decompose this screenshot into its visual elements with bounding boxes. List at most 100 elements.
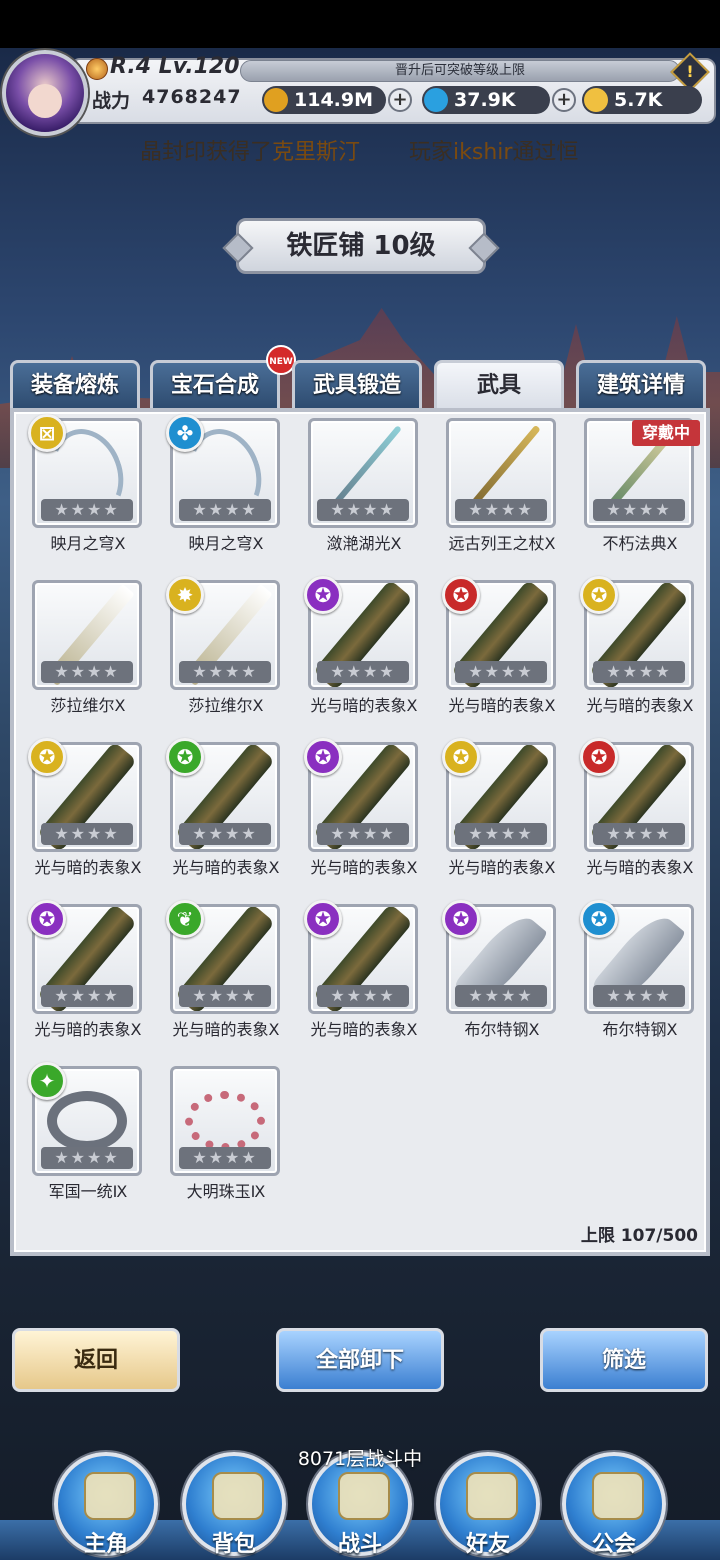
status-bar <box>0 0 720 48</box>
diamond-value: 37.9K <box>454 89 516 111</box>
element-icon: ✪ <box>304 900 342 938</box>
star-rating: ★★★★ <box>317 985 409 1007</box>
rank-icon <box>86 58 108 80</box>
beads-weapon-icon <box>185 1091 265 1151</box>
item-slot[interactable]: ★★★★ <box>308 418 418 528</box>
item-cell[interactable]: ★★★★ ✪ 光与暗的表象Ⅹ <box>14 736 152 886</box>
star-rating: ★★★★ <box>41 823 133 845</box>
star-rating: ★★★★ <box>593 661 685 683</box>
star-rating: ★★★★ <box>179 499 271 521</box>
tab-weapons[interactable]: 武具 <box>434 360 564 412</box>
star-rating: ★★★★ <box>455 823 547 845</box>
inventory-panel: ★★★★ ⊠ 映月之穹Ⅹ ★★★★ ✤ 映月之穹Ⅹ ★★★★ 潋滟湖光Ⅹ ★★★★ 远古列王之杖Ⅹ… <box>10 408 710 1256</box>
item-cell[interactable]: ★★★★ ✪ 光与暗的表象Ⅹ <box>152 736 290 886</box>
item-cell[interactable]: ★★★★ ❦ 光与暗的表象Ⅹ <box>152 898 290 1048</box>
element-icon: ✪ <box>28 738 66 776</box>
equipped-badge: 穿戴中 <box>632 420 700 446</box>
item-cell[interactable]: ★★★★ ✪ 光与暗的表象Ⅹ <box>428 574 566 724</box>
star-rating: ★★★★ <box>593 499 685 521</box>
element-icon: ✪ <box>442 900 480 938</box>
crystal-resource: 5.7K <box>582 86 702 114</box>
item-slot[interactable]: ★★★★ <box>32 580 142 690</box>
item-name: 布尔特钢Ⅹ <box>602 1020 678 1039</box>
rank-banner[interactable]: 晋升后可突破等级上限 <box>240 60 680 82</box>
nav-backpack-label: 背包 <box>211 1532 256 1557</box>
item-slot[interactable]: ★★★★ <box>446 418 556 528</box>
item-name: 不朽法典Ⅹ <box>602 534 678 553</box>
crystal-icon <box>584 88 608 112</box>
item-cell[interactable]: ★★★★ ✦ 军国一统Ⅸ <box>14 1060 152 1210</box>
power-value: 4768247 <box>142 86 242 108</box>
star-rating: ★★★★ <box>455 661 547 683</box>
page-title: 铁匠铺 10级 <box>236 218 486 274</box>
item-name: 光与暗的表象Ⅹ <box>310 1020 418 1039</box>
player-hud: R.4 Lv.120 晋升后可突破等级上限 ! 战力 4768247 114.9… <box>0 50 720 136</box>
item-name: 军国一统Ⅸ <box>48 1182 128 1201</box>
tab-gem-synthesis[interactable]: 宝石合成 <box>150 360 280 410</box>
item-cell[interactable]: ★★★★ 穿戴中不朽法典Ⅹ <box>566 412 704 562</box>
item-name: 远古列王之杖Ⅹ <box>448 534 556 553</box>
item-cell[interactable]: ★★★★ ✪ 光与暗的表象Ⅹ <box>290 736 428 886</box>
item-cell[interactable]: ★★★★ ✪ 光与暗的表象Ⅹ <box>290 898 428 1048</box>
ticker-highlight1: 克里斯汀 <box>272 140 361 164</box>
item-cell[interactable]: ★★★★ ✪ 布尔特钢Ⅹ <box>566 898 704 1048</box>
item-cell[interactable]: ★★★★ ✪ 光与暗的表象Ⅹ <box>428 736 566 886</box>
item-cell[interactable]: ★★★★ 远古列王之杖Ⅹ <box>428 412 566 562</box>
item-cell[interactable]: ★★★★ ✪ 光与暗的表象Ⅹ <box>14 898 152 1048</box>
battle-status: 8071层战斗中 <box>297 1448 423 1470</box>
item-cell[interactable]: ★★★★ 莎拉维尔Ⅹ <box>14 574 152 724</box>
star-rating: ★★★★ <box>317 499 409 521</box>
item-cell[interactable]: ★★★★ ✪ 布尔特钢Ⅹ <box>428 898 566 1048</box>
star-rating: ★★★★ <box>41 499 133 521</box>
handshake-icon <box>466 1472 518 1520</box>
filter-button[interactable]: 筛选 <box>540 1328 708 1392</box>
element-icon: ⊠ <box>28 414 66 452</box>
item-name: 光与暗的表象Ⅹ <box>448 696 556 715</box>
element-icon: ❦ <box>166 900 204 938</box>
back-button[interactable]: 返回 <box>12 1328 180 1392</box>
item-name: 光与暗的表象Ⅹ <box>172 1020 280 1039</box>
star-rating: ★★★★ <box>41 1147 133 1169</box>
capacity-label: 上限 107/500 <box>580 1226 698 1246</box>
item-name: 光与暗的表象Ⅹ <box>310 858 418 877</box>
tab-building-details[interactable]: 建筑详情 <box>576 360 706 410</box>
item-cell[interactable]: ★★★★ ✪ 光与暗的表象Ⅹ <box>566 736 704 886</box>
item-cell[interactable]: ★★★★ 潋滟湖光Ⅹ <box>290 412 428 562</box>
news-ticker: 晶封印获得了克里斯汀 玩家ikshir通过恒 <box>140 134 680 164</box>
star-rating: ★★★★ <box>179 661 271 683</box>
player-rank: R.4 Lv.120 <box>110 54 240 79</box>
star-rating: ★★★★ <box>179 985 271 1007</box>
item-cell[interactable]: ★★★★ ✪ 光与暗的表象Ⅹ <box>290 574 428 724</box>
star-rating: ★★★★ <box>455 499 547 521</box>
star-rating: ★★★★ <box>593 985 685 1007</box>
player-avatar[interactable] <box>2 50 88 136</box>
item-slot[interactable]: ★★★★ <box>170 1066 280 1176</box>
gold-value: 114.9M <box>294 89 374 111</box>
nav-guild-label: 公会 <box>591 1532 636 1557</box>
unequip-all-button[interactable]: 全部卸下 <box>276 1328 444 1392</box>
add-gold-button[interactable]: + <box>388 88 412 112</box>
item-name: 莎拉维尔Ⅹ <box>50 696 126 715</box>
element-icon: ✪ <box>580 738 618 776</box>
gold-coin-icon <box>264 88 288 112</box>
star-rating: ★★★★ <box>41 985 133 1007</box>
item-cell[interactable]: ★★★★ ✸ 莎拉维尔Ⅹ <box>152 574 290 724</box>
item-name: 光与暗的表象Ⅹ <box>34 1020 142 1039</box>
element-icon: ✪ <box>580 900 618 938</box>
item-cell[interactable]: ★★★★ ⊠ 映月之穹Ⅹ <box>14 412 152 562</box>
star-rating: ★★★★ <box>317 823 409 845</box>
tab-equipment-smelting[interactable]: 装备熔炼 <box>10 360 140 410</box>
item-name: 光与暗的表象Ⅹ <box>34 858 142 877</box>
item-cell[interactable]: ★★★★ ✤ 映月之穹Ⅹ <box>152 412 290 562</box>
item-name: 光与暗的表象Ⅹ <box>586 696 694 715</box>
item-cell[interactable]: ★★★★ 大明珠玉Ⅸ <box>152 1060 290 1210</box>
backpack-icon <box>212 1472 264 1520</box>
item-grid: ★★★★ ⊠ 映月之穹Ⅹ ★★★★ ✤ 映月之穹Ⅹ ★★★★ 潋滟湖光Ⅹ ★★★★ 远古列王之杖Ⅹ… <box>14 412 706 1252</box>
element-icon: ✦ <box>28 1062 66 1100</box>
tab-weapon-forging[interactable]: 武具锻造 <box>292 360 422 410</box>
element-icon: ✪ <box>28 900 66 938</box>
item-name: 潋滟湖光Ⅹ <box>326 534 402 553</box>
item-cell[interactable]: ★★★★ ✪ 光与暗的表象Ⅹ <box>566 574 704 724</box>
star-rating: ★★★★ <box>455 985 547 1007</box>
add-diamond-button[interactable]: + <box>552 88 576 112</box>
